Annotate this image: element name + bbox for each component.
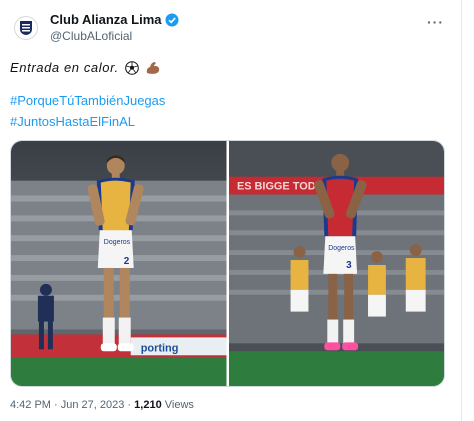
photo-2-shirt-number: 3 bbox=[346, 260, 352, 271]
tweet-body: Entrada en calor. bbox=[10, 60, 119, 75]
club-crest-icon bbox=[20, 21, 32, 35]
photo-1[interactable]: porting Dogeros 2 bbox=[11, 141, 227, 386]
verified-badge-icon bbox=[165, 13, 179, 26]
hashtag-link-2[interactable]: #JuntosHastaElFinAL bbox=[10, 114, 165, 129]
photo-2-sponsor: Dogeros bbox=[328, 245, 355, 252]
hashtag-link-1[interactable]: #PorqueTúTambiénJuegas bbox=[10, 93, 165, 108]
meta-separator-2: · bbox=[124, 399, 135, 411]
user-handle[interactable]: @ClubALoficial bbox=[50, 29, 179, 43]
soccer-ball-icon bbox=[124, 60, 139, 75]
media-grid: porting Dogeros 2 ES BIGGE TODA Dogeros … bbox=[10, 140, 445, 387]
tweet-meta: 4:42 PM · Jun 27, 2023 · 1,210 Views bbox=[10, 399, 194, 411]
photo-2-image: ES BIGGE TODA Dogeros 3 bbox=[228, 141, 444, 386]
flexed-biceps-icon bbox=[146, 61, 159, 74]
photo-1-shirt-number: 2 bbox=[124, 256, 130, 267]
more-options-icon[interactable]: ··· bbox=[427, 14, 444, 30]
post-time[interactable]: 4:42 PM bbox=[10, 399, 51, 411]
photo-1-sponsor: Dogeros bbox=[104, 239, 131, 246]
display-name[interactable]: Club Alianza Lima bbox=[50, 12, 161, 27]
avatar[interactable] bbox=[14, 16, 38, 40]
tweet-body-line: Entrada en calor. bbox=[10, 60, 165, 75]
post-date[interactable]: Jun 27, 2023 bbox=[61, 399, 125, 411]
meta-separator: · bbox=[50, 399, 61, 411]
photo-1-image: porting Dogeros 2 bbox=[11, 141, 227, 386]
tweet-card: Club Alianza Lima @ClubALoficial ··· Ent… bbox=[0, 0, 462, 421]
author-names: Club Alianza Lima @ClubALoficial bbox=[50, 12, 179, 43]
photo-2[interactable]: ES BIGGE TODA Dogeros 3 bbox=[228, 141, 444, 386]
tweet-text: Entrada en calor. #PorqueTúTambiénJuegas… bbox=[10, 60, 165, 129]
photo-1-board-text: porting bbox=[141, 342, 179, 354]
photo-2-banner: ES BIGGE TODA bbox=[236, 181, 323, 193]
views-label: Views bbox=[164, 399, 194, 411]
tweet-header: Club Alianza Lima @ClubALoficial ··· bbox=[10, 8, 450, 48]
views-count: 1,210 bbox=[134, 399, 162, 411]
